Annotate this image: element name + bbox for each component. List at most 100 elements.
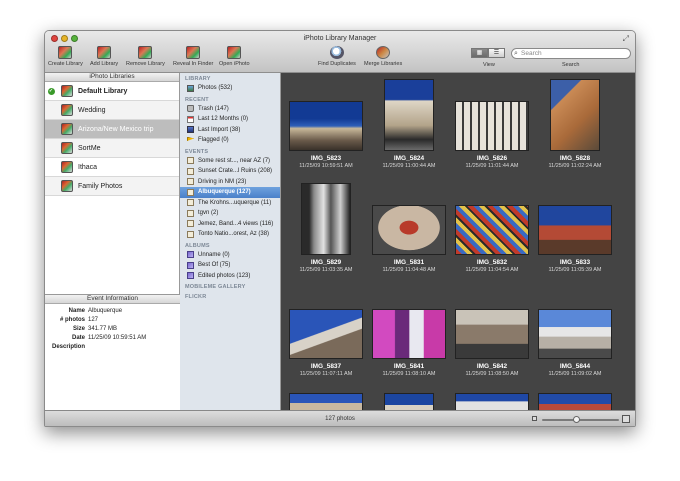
source-item-event[interactable]: Driving in NM (23) (180, 177, 280, 188)
find-duplicates-button[interactable]: Find Duplicates (318, 46, 356, 67)
event-info-header: Event Information (45, 295, 180, 304)
photo-thumbnail[interactable] (372, 205, 446, 255)
photo-item[interactable]: IMG_5837 11/25/09 11:07:11 AM (284, 287, 368, 377)
recent-section-header: RECENT (185, 96, 209, 103)
create-library-icon (58, 46, 73, 59)
source-item-label: Sunset Crate...l Ruins (208) (198, 168, 273, 175)
reveal-in-finder-button[interactable]: Reveal In Finder (173, 46, 213, 67)
open-iphoto-label: Open iPhoto (219, 61, 250, 67)
photo-thumbnail[interactable] (550, 79, 600, 151)
zoom-slider[interactable] (542, 419, 619, 421)
source-item-album[interactable]: Best Of (75) (180, 260, 280, 271)
source-item-event[interactable]: tgvn (2) (180, 208, 280, 219)
source-item-label: Albuquerque (127) (198, 189, 251, 196)
photo-item[interactable]: IMG_5823 11/25/09 10:59:51 AM (284, 79, 368, 169)
source-item-photos[interactable]: Photos (532) (180, 83, 280, 94)
photo-item[interactable]: IMG_5842 11/25/09 11:08:50 AM (450, 287, 534, 377)
album-icon (187, 272, 194, 280)
photo-thumbnail[interactable] (384, 79, 434, 151)
source-item-recent[interactable]: Last 12 Months (0) (180, 114, 280, 125)
search-input[interactable]: ⌕ Search (511, 48, 631, 59)
photo-item[interactable]: IMG_5828 11/25/09 11:02:24 AM (533, 79, 617, 169)
photo-item[interactable]: IMG_5832 11/25/09 11:04:54 AM (450, 183, 534, 273)
source-item-event[interactable]: Tonto Natio...orest, Az (38) (180, 229, 280, 240)
recent-list: Trash (147) Last 12 Months (0) Last Import… (180, 104, 280, 146)
photo-item[interactable]: IMG_5841 11/25/09 11:08:10 AM (367, 287, 451, 377)
photo-name: IMG_5829 (310, 259, 342, 266)
photo-thumbnail[interactable] (384, 393, 434, 410)
photo-thumbnail[interactable] (301, 183, 351, 255)
library-item[interactable]: ✓ Default Library (45, 82, 179, 101)
libraries-header: iPhoto Libraries (45, 73, 179, 82)
photo-thumbnail[interactable] (455, 393, 529, 410)
library-item[interactable]: SortMe (45, 139, 179, 158)
add-library-button[interactable]: Add Library (90, 46, 118, 67)
source-item-label: Jemez, Band...4 views (116) (198, 220, 274, 227)
add-library-label: Add Library (90, 61, 119, 67)
source-item-event[interactable]: Albuquerque (127) (180, 187, 280, 198)
toolbar: iPhoto Library Manager ⤢ Create Library … (45, 31, 635, 73)
source-item-event[interactable]: Sunset Crate...l Ruins (208) (180, 166, 280, 177)
search-icon: ⌕ (514, 50, 518, 57)
photo-item[interactable]: IMG_5831 11/25/09 11:04:48 AM (367, 183, 451, 273)
photo-date: 11/25/09 11:00:44 AM (382, 163, 436, 169)
info-name-label: Name (68, 308, 85, 314)
info-date-label: Date (71, 335, 85, 341)
source-item-event[interactable]: Jemez, Band...4 views (116) (180, 219, 280, 230)
info-photos-label: # photos (60, 317, 85, 323)
photo-date: 11/25/09 11:08:10 AM (382, 371, 436, 377)
source-item-recent[interactable]: Trash (147) (180, 104, 280, 115)
source-item-recent[interactable]: Flagged (0) (180, 135, 280, 146)
library-item[interactable]: Ithaca (45, 158, 179, 177)
photo-thumbnail[interactable] (372, 309, 446, 359)
photo-thumbnail[interactable] (538, 309, 612, 359)
event-icon (187, 157, 194, 165)
library-label: Arizona/New Mexico trip (78, 125, 154, 133)
photo-item[interactable]: IMG_5826 11/25/09 11:01:44 AM (450, 79, 534, 169)
flickr-section-header[interactable]: FLICKR (180, 291, 280, 301)
library-label: Wedding (78, 106, 106, 114)
list-view-icon[interactable]: ☰ (488, 48, 505, 58)
source-item-album[interactable]: Unname (0) (180, 250, 280, 261)
libraries-list: ✓ Default Library Wedding Arizona/New Mexic… (45, 82, 179, 196)
mobileme-section-header[interactable]: MOBILEME GALLERY (180, 281, 280, 291)
library-label: Default Library (78, 87, 128, 95)
library-item[interactable]: Arizona/New Mexico trip (45, 120, 179, 139)
photo-thumbnail[interactable] (455, 205, 529, 255)
library-icon (61, 123, 73, 135)
app-window: iPhoto Library Manager ⤢ Create Library … (44, 30, 636, 427)
library-item[interactable]: Wedding (45, 101, 179, 120)
photo-thumbnail[interactable] (455, 309, 529, 359)
import-icon (187, 126, 194, 134)
photo-thumbnail[interactable] (538, 205, 612, 255)
calendar-icon (187, 115, 194, 123)
default-check-slot: ✓ (45, 87, 57, 95)
small-thumbnail-icon[interactable] (532, 416, 537, 421)
photo-thumbnail[interactable] (289, 393, 363, 410)
source-item-label: Some rest st..., near AZ (7) (198, 157, 271, 164)
source-item-event[interactable]: Some rest st..., near AZ (7) (180, 156, 280, 167)
photo-thumbnail[interactable] (289, 309, 363, 359)
photo-thumbnail[interactable] (289, 101, 363, 151)
photo-item[interactable]: IMG_5829 11/25/09 11:03:35 AM (284, 183, 368, 273)
source-item-event[interactable]: The Krohns...uquerque (11) (180, 198, 280, 209)
photo-item[interactable]: IMG_5833 11/25/09 11:05:39 AM (533, 183, 617, 273)
reveal-in-finder-icon (186, 46, 201, 59)
grid-view-icon[interactable]: ▦ (471, 48, 488, 58)
info-description-value[interactable] (88, 343, 180, 352)
fullscreen-icon[interactable]: ⤢ (623, 34, 629, 44)
photo-date: 11/25/09 11:01:44 AM (465, 163, 519, 169)
photo-thumbnail[interactable] (538, 393, 612, 410)
photo-item[interactable]: IMG_5844 11/25/09 11:09:02 AM (533, 287, 617, 377)
photo-thumbnail[interactable] (455, 101, 529, 151)
source-item-recent[interactable]: Last Import (38) (180, 125, 280, 136)
merge-libraries-button[interactable]: Merge Libraries (364, 46, 402, 67)
large-thumbnail-icon[interactable] (622, 415, 630, 423)
source-item-album[interactable]: Edited photos (123) (180, 271, 280, 282)
remove-library-button[interactable]: Remove Library (126, 46, 165, 67)
library-icon (61, 104, 73, 116)
open-iphoto-button[interactable]: Open iPhoto (219, 46, 250, 67)
create-library-button[interactable]: Create Library (48, 46, 83, 67)
photo-item[interactable]: IMG_5824 11/25/09 11:00:44 AM (367, 79, 451, 169)
library-item[interactable]: Family Photos (45, 177, 179, 196)
